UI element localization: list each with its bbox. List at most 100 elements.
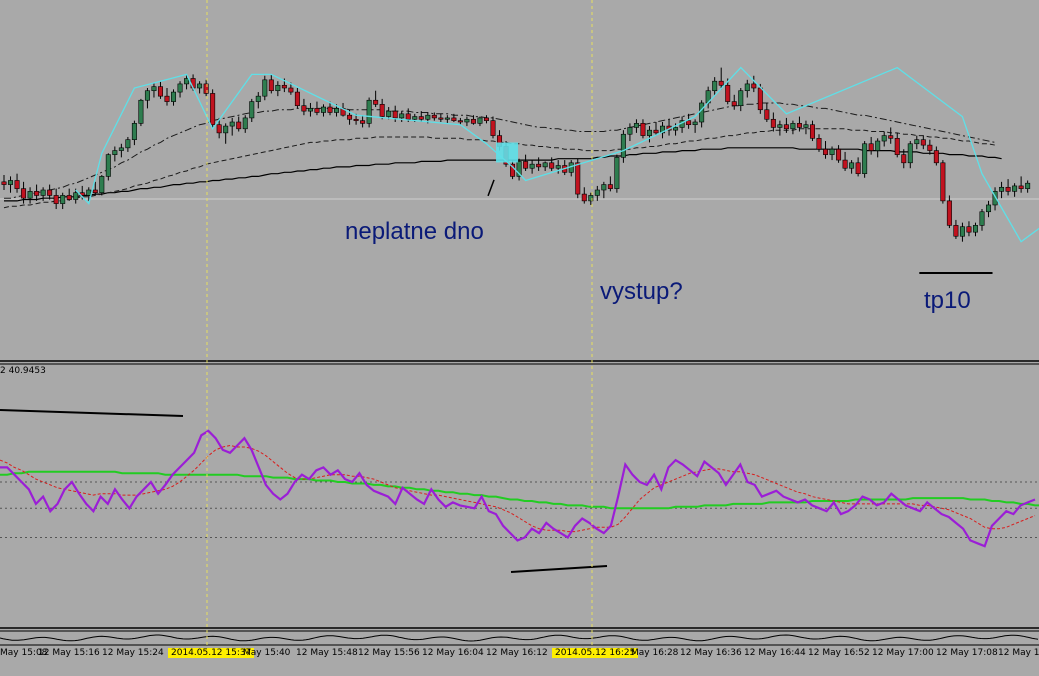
bear-candle	[731, 101, 737, 106]
bull-candle	[464, 118, 470, 123]
bull-candle	[862, 143, 868, 174]
time-tick-label: 12 May 15:56	[358, 648, 420, 658]
bull-candle	[399, 113, 405, 119]
bear-candle	[953, 225, 959, 237]
bull-candle	[197, 83, 203, 89]
bull-candle	[699, 102, 705, 123]
bull-candle	[646, 129, 652, 136]
bear-candle	[268, 79, 274, 92]
bear-candle	[157, 86, 163, 97]
bear-candle	[203, 83, 209, 94]
bear-candle	[347, 114, 353, 120]
oscillator-panel	[0, 429, 1039, 646]
oscillator-main-line	[0, 429, 1036, 548]
bull-candle	[73, 192, 79, 200]
bull-candle	[99, 176, 105, 194]
chart-canvas[interactable]	[0, 0, 1039, 672]
bear-candle	[373, 99, 379, 105]
trading-chart[interactable]: neplatne dno vystup? tp10 2 40.9453 May …	[0, 0, 1039, 672]
bull-candle	[979, 211, 985, 226]
divergence-line-bottom	[510, 565, 608, 573]
bull-candle	[40, 189, 46, 196]
bull-candle	[601, 184, 607, 191]
bear-candle	[379, 104, 385, 117]
time-tick-label: May 16:28	[631, 648, 679, 658]
bear-candle	[842, 159, 848, 169]
bull-candle	[907, 143, 913, 164]
bull-candle	[744, 83, 750, 92]
bull-candle	[620, 133, 626, 158]
bull-candle	[229, 121, 235, 127]
bear-candle	[653, 129, 659, 134]
time-tick-label: 12 May 15:24	[102, 648, 164, 658]
bull-candle	[673, 127, 679, 131]
bear-candle	[53, 195, 59, 204]
bear-candle	[783, 124, 789, 130]
time-tick-label: 12 May 16:44	[744, 648, 806, 658]
bear-candle	[21, 188, 27, 199]
bear-candle	[823, 148, 829, 155]
bull-candle	[633, 123, 639, 128]
bear-candle	[360, 120, 366, 124]
bull-candle	[151, 86, 157, 92]
bear-candle	[523, 161, 529, 169]
bear-candle	[946, 200, 952, 226]
bear-candle	[751, 83, 757, 89]
time-tick-label: 2014.05.12 16:25	[552, 648, 639, 658]
invalid-bottom-marker	[496, 142, 519, 163]
bull-candle	[614, 157, 620, 189]
bear-candle	[236, 121, 242, 130]
time-tick-label: 2014.05.12 15:37	[168, 648, 255, 658]
bear-candle	[757, 87, 763, 111]
annotation-exit-question: vystup?	[600, 278, 683, 305]
bull-candle	[712, 80, 718, 92]
bear-candle	[575, 162, 581, 195]
bull-candle	[542, 162, 548, 168]
bear-candle	[796, 123, 802, 128]
bull-candle	[184, 78, 190, 85]
bear-candle	[451, 117, 457, 121]
bear-candle	[549, 162, 555, 169]
price-panel	[0, 0, 1039, 365]
bull-candle	[262, 79, 268, 97]
bear-candle	[164, 95, 170, 102]
bull-candle	[881, 135, 887, 142]
divergence-line-top	[0, 409, 184, 417]
bear-candle	[809, 124, 815, 139]
bear-candle	[536, 163, 542, 168]
bull-candle	[477, 117, 483, 124]
bull-candle	[334, 108, 340, 113]
bear-candle	[1005, 186, 1011, 192]
bear-candle	[301, 105, 307, 112]
time-tick-label: 12 May 16:52	[808, 648, 870, 658]
bull-candle	[777, 124, 783, 128]
bull-candle	[171, 91, 177, 102]
bear-candle	[1018, 185, 1024, 189]
time-tick-label: 12 May 16:12	[486, 648, 548, 658]
bull-candle	[242, 117, 248, 130]
time-tick-label: 12 May 17:00	[872, 648, 934, 658]
bull-candle	[959, 226, 965, 237]
bull-candle	[1012, 185, 1018, 192]
bear-candle	[418, 116, 424, 120]
bear-candle	[901, 154, 907, 164]
bull-candle	[138, 99, 144, 124]
time-tick-label: 12 May 16:36	[680, 648, 742, 658]
bear-candle	[47, 189, 53, 196]
bull-candle	[112, 150, 118, 155]
bear-candle	[392, 110, 398, 119]
bull-candle	[60, 195, 66, 204]
bear-candle	[353, 118, 359, 121]
bull-candle	[555, 165, 561, 169]
bear-candle	[607, 184, 613, 189]
bear-candle	[92, 189, 98, 194]
bull-candle	[118, 147, 124, 151]
bull-candle	[738, 90, 744, 106]
bull-candle	[255, 95, 261, 102]
bear-candle	[405, 113, 411, 120]
bear-candle	[431, 114, 437, 119]
bull-candle	[829, 148, 835, 155]
bear-candle	[868, 143, 874, 151]
bull-candle	[412, 116, 418, 120]
bear-candle	[686, 120, 692, 126]
